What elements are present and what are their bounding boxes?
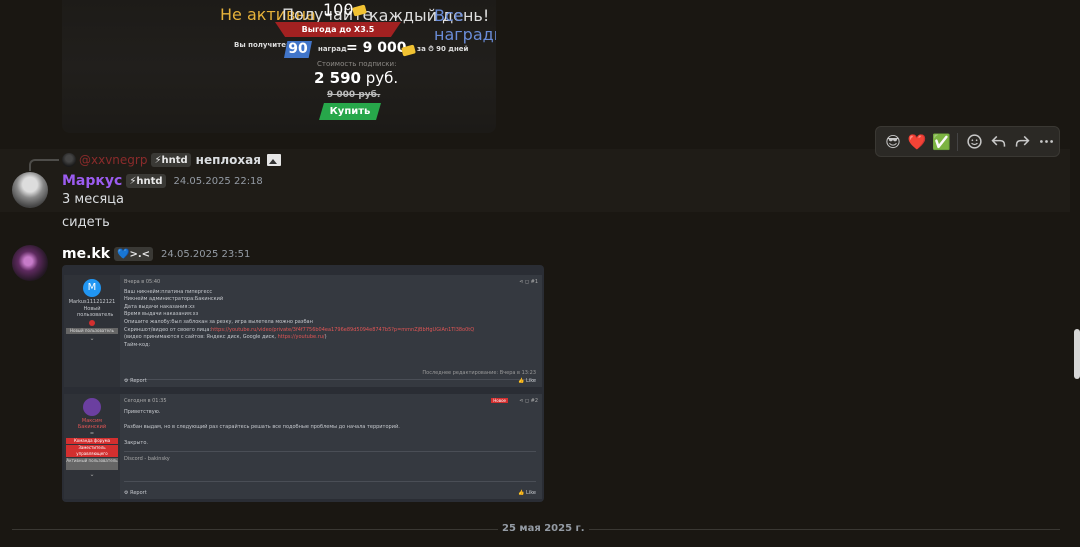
message-header: Маркус ⚡hntd 24.05.2025 22:18 [62, 173, 263, 189]
divider [124, 379, 536, 380]
message-text: сидеть [62, 215, 110, 230]
post-user-column: Максим Бакинский = Команда форума Замест… [64, 394, 120, 499]
message-text: 3 месяца [62, 192, 124, 207]
post-line: Дата выдачи наказания:хз [124, 303, 195, 310]
role-badge: Заместитель управляющего [66, 445, 118, 457]
duration-label: за ⏱ 90 дней [417, 45, 469, 53]
you-get-label: Вы получите: [234, 41, 289, 49]
cost-label: Стоимость подписки: [317, 60, 397, 68]
image-icon [266, 154, 281, 166]
reply-connector [29, 159, 59, 171]
edited-note: Последнее редактирование: Вчера в 13:23 [422, 370, 536, 376]
post-line: Тайм-код: [124, 341, 151, 348]
promo-image: Не активна Получайте 100 каждый день! Вс… [62, 0, 496, 133]
reply-icon[interactable] [987, 130, 1011, 154]
post-user-column: M Markus111212121 Новый пользователь Нов… [64, 275, 120, 387]
role-badge: Активный пользователь [66, 458, 118, 470]
forum-user-role: Новый пользователь [77, 306, 114, 318]
divider [124, 481, 536, 482]
days-badge: 90 [284, 41, 312, 58]
separator: = [89, 431, 95, 437]
post-signature: Discord - bakinsky [124, 456, 170, 463]
role-badge: Команда форума [66, 438, 118, 444]
message-timestamp: 24.05.2025 23:51 [161, 248, 251, 260]
old-price: 9 000 руб. [327, 90, 381, 100]
ticket-icon [401, 44, 416, 57]
post-body: Вчера в 05:40 Ваш никнейм:платина пиперг… [124, 279, 536, 349]
divider [124, 451, 536, 453]
message-author[interactable]: Маркус [62, 173, 122, 189]
post-body: Сегодня в 01:35 Приветствую. Разбан выда… [124, 398, 536, 464]
reply-text: неплохая [195, 153, 261, 167]
post-date: Сегодня в 01:35 [124, 398, 167, 404]
chevron-down-icon: ⌄ [89, 335, 95, 342]
more-icon[interactable] [1035, 130, 1059, 154]
forum-avatar: M [83, 279, 101, 297]
add-reaction-icon[interactable] [962, 130, 986, 154]
author-tag: 💙>.< [114, 247, 154, 261]
post-date: Вчера в 05:40 [124, 279, 161, 285]
chevron-down-icon: ⌄ [89, 471, 95, 478]
report-link: ⚙ Report [124, 490, 147, 496]
avatar[interactable] [12, 245, 48, 281]
message-timestamp: 24.05.2025 22:18 [173, 175, 263, 187]
forum-username: Markus111212121 [68, 299, 116, 305]
post-line: (видео принимаются с сайтов: Яндекс диск… [124, 334, 327, 341]
post-line: Никнейм администратора:Бакинский [124, 296, 224, 303]
report-link: ⚙ Report [124, 378, 147, 384]
award-label: наград [318, 45, 347, 53]
reward-amount: 100 [323, 0, 354, 19]
forum-post: M Markus111212121 Новый пользователь Нов… [64, 275, 542, 387]
forward-icon[interactable] [1011, 130, 1035, 154]
forum-username: Максим Бакинский [77, 418, 107, 430]
like-link: 👍 Like [518, 378, 536, 384]
price: 2 590 руб. [314, 69, 399, 87]
author-tag: ⚡hntd [126, 174, 166, 188]
buy-button: Купить [319, 103, 381, 120]
reaction-check[interactable]: ✅ [929, 130, 953, 154]
reaction-heart[interactable]: ❤️ [905, 130, 929, 154]
role-badge: Новый пользователь [66, 328, 118, 334]
avatar[interactable] [12, 172, 48, 208]
date-divider-label: 25 мая 2025 г. [498, 523, 589, 534]
message-header: me.kk 💙>.< 24.05.2025 23:51 [62, 246, 250, 262]
reply-avatar [62, 153, 76, 167]
reply-author[interactable]: @xxvnegrp [79, 153, 147, 167]
total-rewards: = 9 000 [346, 40, 407, 56]
forum-post: Максим Бакинский = Команда форума Замест… [64, 394, 542, 499]
post-line: Закрыто. [124, 439, 148, 446]
message-author[interactable]: me.kk [62, 246, 110, 262]
post-line: Время выдачи наказания:хз [124, 311, 199, 318]
reaction-cool[interactable]: 😎 [881, 130, 905, 154]
post-line: Приветствую. [124, 408, 161, 415]
reply-author-tag: ⚡hntd [151, 153, 191, 167]
reply-reference[interactable]: @xxvnegrp ⚡hntd неплохая [62, 152, 281, 168]
post-line: Разбан выдам, но в следующий раз старайт… [124, 424, 400, 431]
all-rewards-link: Все награды [434, 6, 496, 44]
benefit-ribbon: Выгода до Х3.5 [275, 22, 401, 37]
attached-screenshot[interactable]: M Markus111212121 Новый пользователь Нов… [62, 265, 544, 502]
post-line: Опишите жалобу:был заблокан за резку, иг… [124, 318, 313, 325]
toolbar-divider [957, 132, 959, 151]
forum-avatar [83, 398, 101, 416]
like-link: 👍 Like [518, 490, 536, 496]
status-dot [89, 320, 95, 326]
message-toolbar: 😎 ❤️ ✅ [875, 126, 1060, 157]
scrollbar-thumb[interactable] [1074, 329, 1080, 379]
